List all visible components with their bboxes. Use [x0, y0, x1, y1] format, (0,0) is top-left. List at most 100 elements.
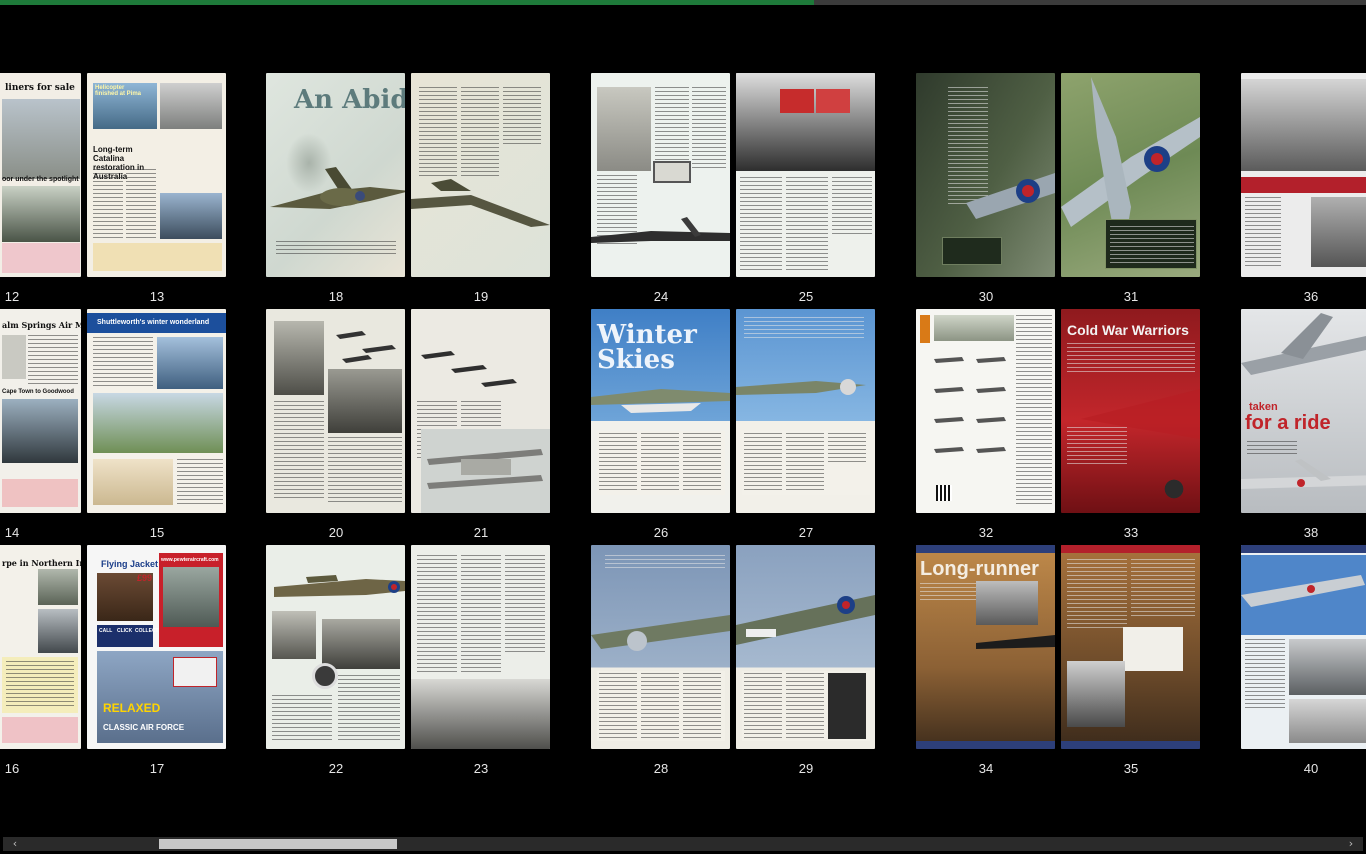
page-number-34: 34: [978, 761, 994, 776]
click-label: CLICK: [117, 628, 133, 634]
page-thumbnail-32[interactable]: [916, 309, 1055, 513]
group-photo: [328, 369, 402, 433]
page-thumbnail-26[interactable]: Winter Skies: [591, 309, 730, 513]
page-headline: rpe in Northern Ireland: [2, 558, 81, 568]
page-thumbnail-12[interactable]: liners for sale oor under the spotlight: [0, 73, 81, 277]
aircraft-photo: [1311, 197, 1366, 267]
scroll-left-arrow-icon[interactable]: ‹: [7, 837, 23, 851]
spitfire-illustration: [591, 389, 730, 413]
cockpit-inset-photo: [816, 89, 850, 113]
gravestone-photo: [597, 87, 651, 171]
advert-box: [2, 717, 78, 743]
relaxed-banner: RELAXED: [103, 701, 161, 715]
page-thumbnail-23[interactable]: [411, 545, 550, 749]
page-thumbnail-28[interactable]: [591, 545, 730, 749]
airshow-advert: RELAXED CLASSIC AIR FORCE: [97, 651, 223, 743]
scroll-right-arrow-icon[interactable]: ›: [1343, 837, 1359, 851]
aircraft-photo: [2, 399, 78, 463]
spread-12-13[interactable]: liners for sale oor under the spotlight …: [0, 73, 226, 304]
page-headline: Cold War Warriors: [1067, 322, 1189, 338]
info-box: [942, 237, 1002, 265]
spread-26-27[interactable]: Winter Skies 26 27: [591, 309, 875, 540]
page-headline: liners for sale: [5, 83, 75, 93]
page-headline: An Abiding Example: [294, 85, 405, 115]
page-headline: Winter Skies: [597, 320, 697, 375]
page-thumbnail-16[interactable]: rpe in Northern Ireland: [0, 545, 81, 749]
page-number-30: 30: [978, 289, 994, 304]
aircraft-photo: [1241, 79, 1366, 171]
spread-20-21[interactable]: 20 21: [266, 309, 550, 540]
formation-illustration: [421, 351, 517, 387]
hurricane-illustration: [270, 167, 405, 209]
pewter-advert: www.pewteraircraft.com: [159, 553, 223, 647]
call-label: CALL: [99, 628, 113, 634]
catalina-photo: [160, 193, 222, 239]
page-number-28: 28: [653, 761, 669, 776]
spread-14-15[interactable]: alm Springs Air Museum Cape Town to Good…: [0, 309, 226, 540]
advert-box: [2, 657, 78, 713]
scrollbar-thumb[interactable]: [159, 839, 397, 849]
aircraft-photo: [976, 581, 1038, 625]
page-number-36: 36: [1303, 289, 1319, 304]
spread-28-29[interactable]: 28 29: [591, 545, 875, 776]
page-headline: alm Springs Air Museum: [2, 320, 81, 330]
page-number-18: 18: [328, 289, 344, 304]
qr-code: [936, 485, 952, 501]
spread-18-19[interactable]: An Abiding Example 18 19: [266, 73, 550, 304]
reading-progress-track: [0, 0, 1366, 5]
page-thumbnail-24[interactable]: [591, 73, 730, 277]
reading-progress-fill: [0, 0, 815, 5]
page-thumbnail-29[interactable]: [736, 545, 875, 749]
page-thumbnail-19[interactable]: [411, 73, 550, 277]
page-thumbnail-15[interactable]: Shuttleworth's winter wonderland: [87, 309, 226, 513]
page-number-20: 20: [328, 525, 344, 540]
photo-caption: oor under the spotlight: [2, 176, 79, 183]
aircraft-photo: [2, 99, 80, 179]
spitfire-illustration: [736, 595, 875, 645]
page-number-25: 25: [798, 289, 814, 304]
horizontal-scrollbar[interactable]: ‹ ›: [3, 837, 1363, 851]
page-thumbnail-17[interactable]: Flying Jacket £99 www.pewteraircraft.com…: [87, 545, 226, 749]
crew-photo: [411, 679, 550, 749]
mig-illustration: [1241, 555, 1366, 635]
plaque-photo: [653, 161, 691, 183]
page-thumbnail-27[interactable]: [736, 309, 875, 513]
spread-24-25[interactable]: 24 25: [591, 73, 875, 304]
page-thumbnail-33[interactable]: Cold War Warriors: [1061, 309, 1200, 513]
advert-box: [2, 479, 78, 507]
spread-16-17[interactable]: rpe in Northern Ireland Flying Jacket £9…: [0, 545, 226, 776]
page-thumbnail-35[interactable]: [1061, 545, 1200, 749]
spread-36[interactable]: 36: [1241, 73, 1366, 304]
page-thumbnail-13[interactable]: Helicopter finished at Pima Long-term Ca…: [87, 73, 226, 277]
squadron-badge: [312, 663, 338, 689]
aircraft-profiles: [934, 357, 1006, 453]
page-number-32: 32: [978, 525, 994, 540]
hurricane-profile: [274, 575, 405, 597]
airfield-photo: [93, 393, 223, 453]
page-thumbnail-40[interactable]: [1241, 545, 1366, 749]
page-thumbnail-30[interactable]: [916, 73, 1055, 277]
spread-38[interactable]: taken for a ride 38: [1241, 309, 1366, 540]
spitfire-illustration: [736, 379, 866, 395]
advert-box: [2, 243, 80, 273]
page-thumbnail-20[interactable]: [266, 309, 405, 513]
page-thumbnail-18[interactable]: An Abiding Example: [266, 73, 405, 277]
spread-34-35[interactable]: Long-runner 34 35: [916, 545, 1200, 776]
advert-box: [93, 459, 173, 505]
spread-22-23[interactable]: 22 23: [266, 545, 550, 776]
page-thumbnail-21[interactable]: [411, 309, 550, 513]
page-thumbnail-22[interactable]: [266, 545, 405, 749]
spread-40[interactable]: 40: [1241, 545, 1366, 776]
page-headline: Shuttleworth's winter wonderland: [97, 319, 210, 326]
spread-30-31[interactable]: 30 31: [916, 73, 1200, 304]
spread-32-33[interactable]: Cold War Warriors 32 33: [916, 309, 1200, 540]
page-thumbnail-34[interactable]: Long-runner: [916, 545, 1055, 749]
page-thumbnail-36[interactable]: [1241, 73, 1366, 277]
page-thumbnail-25[interactable]: [736, 73, 875, 277]
page-number-16: 16: [4, 761, 20, 776]
page-number-22: 22: [328, 761, 344, 776]
page-thumbnail-14[interactable]: alm Springs Air Museum Cape Town to Good…: [0, 309, 81, 513]
page-thumbnail-31[interactable]: [1061, 73, 1200, 277]
page-thumbnail-38[interactable]: taken for a ride: [1241, 309, 1366, 513]
jacket-advert-title: Flying Jacket: [101, 559, 159, 569]
